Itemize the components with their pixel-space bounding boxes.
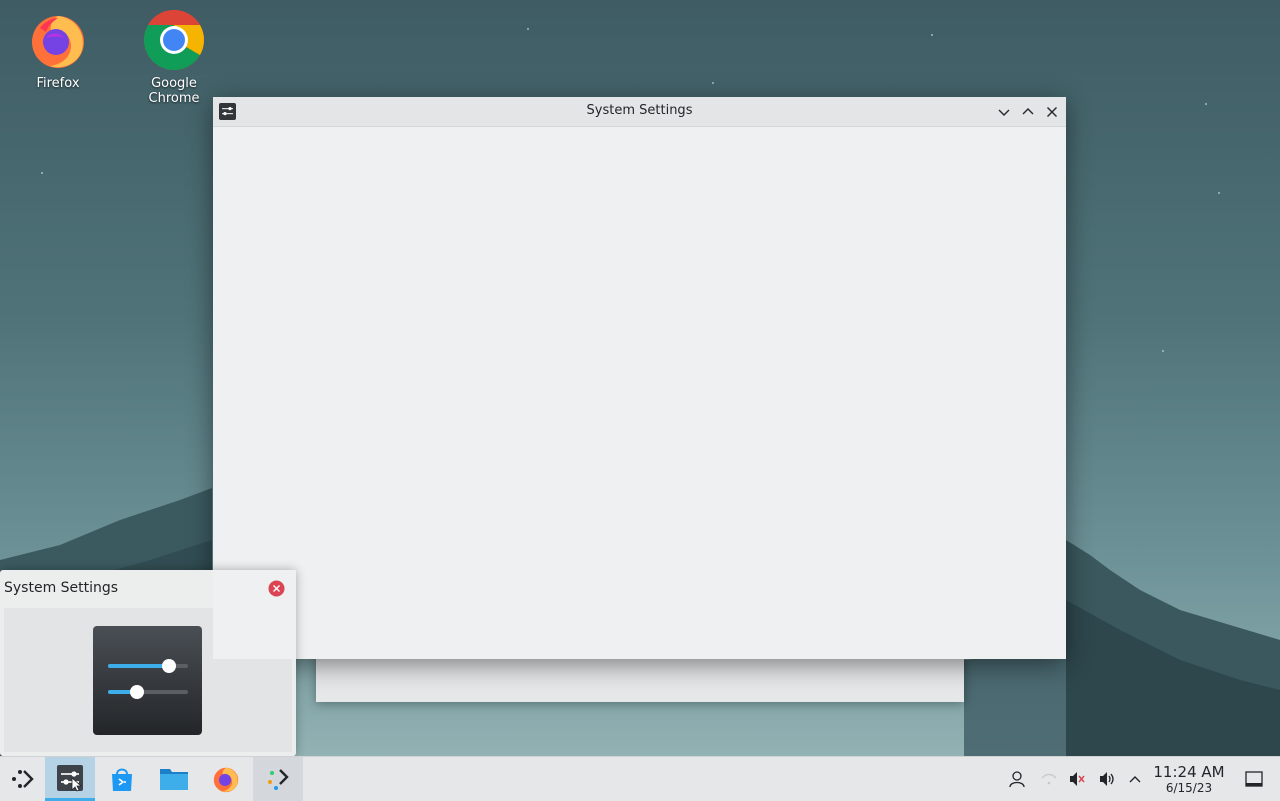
- close-button[interactable]: [1042, 102, 1062, 122]
- overflow-icon: [268, 769, 289, 790]
- maximize-button[interactable]: [1018, 102, 1038, 122]
- clock-time: 11:24 AM: [1153, 763, 1225, 781]
- task-discover[interactable]: [97, 757, 147, 801]
- task-dolphin[interactable]: [149, 757, 199, 801]
- clock-date: 6/15/23: [1165, 781, 1213, 795]
- desktop-icon-label: Firefox: [36, 76, 80, 91]
- show-desktop-button[interactable]: [1240, 757, 1268, 801]
- microphone-muted-icon: [1070, 772, 1085, 786]
- firefox-icon: [26, 8, 90, 72]
- chevron-down-icon: [998, 109, 1010, 116]
- desktop-icon-chrome[interactable]: Google Chrome: [124, 8, 224, 106]
- system-settings-large-icon: [93, 626, 202, 735]
- system-settings-window[interactable]: System Settings: [213, 97, 1066, 659]
- application-launcher-button[interactable]: [0, 757, 44, 801]
- folder-icon: [160, 769, 188, 790]
- expand-tray-icon: [1129, 776, 1141, 783]
- close-icon: [1047, 107, 1057, 117]
- task-system-settings[interactable]: [45, 757, 95, 801]
- taskbar: 11:24 AM 6/15/23: [0, 756, 1280, 801]
- firefox-icon: [213, 767, 239, 793]
- volume-icon: [1100, 772, 1114, 786]
- desktop-icon-firefox[interactable]: Firefox: [8, 8, 108, 91]
- network-icon: [1041, 773, 1057, 785]
- user-icon: [1009, 771, 1025, 788]
- chrome-icon: [142, 8, 206, 72]
- discover-icon: [112, 768, 132, 791]
- chevron-up-icon: [1022, 108, 1034, 115]
- desktop-icon-label: Google Chrome: [148, 76, 200, 106]
- application-launcher-icon: [12, 770, 34, 788]
- digital-clock[interactable]: 11:24 AM 6/15/23: [1150, 763, 1228, 796]
- task-overflow[interactable]: [253, 757, 303, 801]
- window-title: System Settings: [586, 103, 693, 118]
- preview-close-button[interactable]: [268, 580, 285, 597]
- system-settings-icon: [57, 764, 83, 792]
- close-circle-icon: [268, 580, 285, 597]
- preview-title: System Settings: [4, 580, 119, 596]
- volume-control[interactable]: [1094, 757, 1120, 801]
- expand-tray-button[interactable]: [1123, 757, 1147, 801]
- microphone-toggle[interactable]: [1064, 757, 1090, 801]
- task-preview-tooltip[interactable]: System Settings: [0, 570, 296, 756]
- window-titlebar[interactable]: System Settings: [213, 97, 1066, 127]
- task-firefox[interactable]: [201, 757, 251, 801]
- user-switcher[interactable]: [1004, 757, 1030, 801]
- network-indicator[interactable]: [1036, 757, 1062, 801]
- show-desktop-icon: [1245, 771, 1263, 787]
- minimize-button[interactable]: [994, 102, 1014, 122]
